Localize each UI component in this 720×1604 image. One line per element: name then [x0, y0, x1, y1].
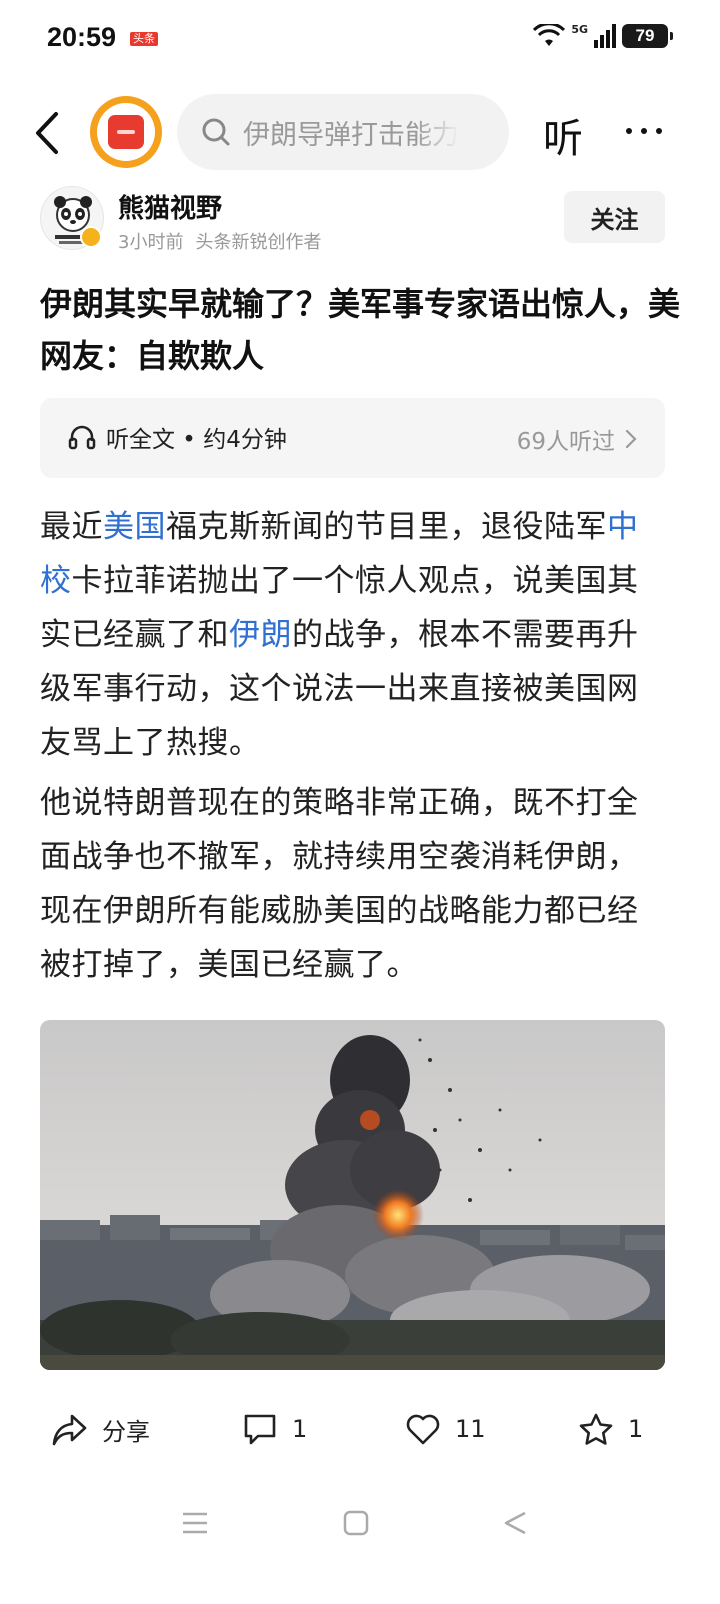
back-arrow-icon — [36, 112, 58, 154]
like-count: 11 — [455, 1415, 486, 1443]
article-paragraph-2: 他说特朗普现在的策略非常正确，既不打全面战争也不撤军，就持续用空袭消耗伊朗，现在… — [40, 785, 639, 983]
toutiao-logo-icon[interactable] — [90, 96, 162, 168]
audio-label: 听全文 • 约4分钟 — [106, 427, 287, 453]
verified-badge-icon — [80, 226, 102, 248]
star-icon — [579, 1413, 613, 1445]
listener-count: 69人听过 — [516, 429, 615, 455]
logo-inner — [97, 103, 155, 161]
system-navigation-bar — [0, 1498, 720, 1558]
audio-right: 69人听过 — [517, 422, 637, 456]
explosion-photo — [40, 1020, 665, 1370]
article-image[interactable] — [40, 1020, 665, 1370]
heart-icon — [406, 1414, 440, 1445]
status-bar: 20:59 头条 5G 79 — [0, 0, 720, 82]
battery-indicator: 79 — [622, 24, 673, 48]
search-input[interactable]: 伊朗导弹打击能力 — [177, 94, 509, 170]
back-triangle-icon[interactable] — [503, 1510, 529, 1536]
listen-button[interactable]: 听 — [543, 106, 583, 164]
comment-button[interactable]: 1 — [242, 1412, 307, 1446]
logo-envelope — [108, 115, 144, 149]
keyword-link-iran[interactable]: 伊朗 — [229, 617, 292, 653]
menu-icon[interactable] — [182, 1510, 208, 1536]
app-notification-badge: 头条 — [130, 32, 158, 46]
share-button[interactable]: 分享 — [52, 1412, 150, 1447]
search-icon — [202, 118, 230, 146]
more-icon[interactable] — [626, 128, 662, 134]
favorite-button[interactable]: 1 — [578, 1412, 643, 1446]
article-title: 伊朗其实早就输了？美军事专家语出惊人，美网友：自欺欺人 — [40, 285, 681, 375]
favorite-count: 1 — [628, 1415, 644, 1443]
audio-left: 听全文 • 约4分钟 — [68, 420, 287, 454]
para1-text-1: 最近 — [40, 509, 103, 545]
author-name[interactable]: 熊猫视野 — [118, 188, 222, 225]
headphones-icon — [68, 425, 96, 450]
action-bar: 分享 1 11 1 — [0, 1400, 720, 1464]
like-button[interactable]: 11 — [405, 1412, 486, 1446]
share-icon — [52, 1414, 87, 1445]
publish-time: 3小时前 — [118, 232, 184, 253]
author-row: 熊猫视野 3小时前 头条新锐创作者 关注 — [0, 186, 720, 256]
signal-icon — [594, 24, 616, 48]
follow-button[interactable]: 关注 — [564, 191, 665, 243]
comment-icon — [244, 1414, 276, 1445]
search-placeholder: 伊朗导弹打击能力 — [243, 119, 459, 151]
status-time: 20:59 — [47, 22, 117, 52]
keyword-link-usa[interactable]: 美国 — [103, 509, 166, 545]
wifi-icon — [533, 24, 566, 46]
chevron-right-icon — [625, 429, 637, 449]
share-label: 分享 — [102, 1418, 150, 1446]
comment-count: 1 — [292, 1415, 308, 1443]
author-tag: 头条新锐创作者 — [195, 232, 322, 253]
network-label: 5G — [571, 22, 588, 36]
author-meta: 3小时前 头条新锐创作者 — [118, 228, 321, 254]
home-icon[interactable] — [343, 1510, 369, 1536]
back-button[interactable] — [28, 110, 70, 156]
status-icons: 5G 79 — [533, 22, 673, 48]
article-paragraph-1: 最近美国福克斯新闻的节目里，退役陆军中校卡拉菲诺抛出了一个惊人观点，说美国其实已… — [40, 500, 665, 770]
para1-text-2: 福克斯新闻的节目里，退役陆军 — [166, 509, 607, 545]
nav-bar: 伊朗导弹打击能力 听 — [0, 92, 720, 172]
listen-full-text-bar[interactable]: 听全文 • 约4分钟 69人听过 — [40, 398, 665, 478]
